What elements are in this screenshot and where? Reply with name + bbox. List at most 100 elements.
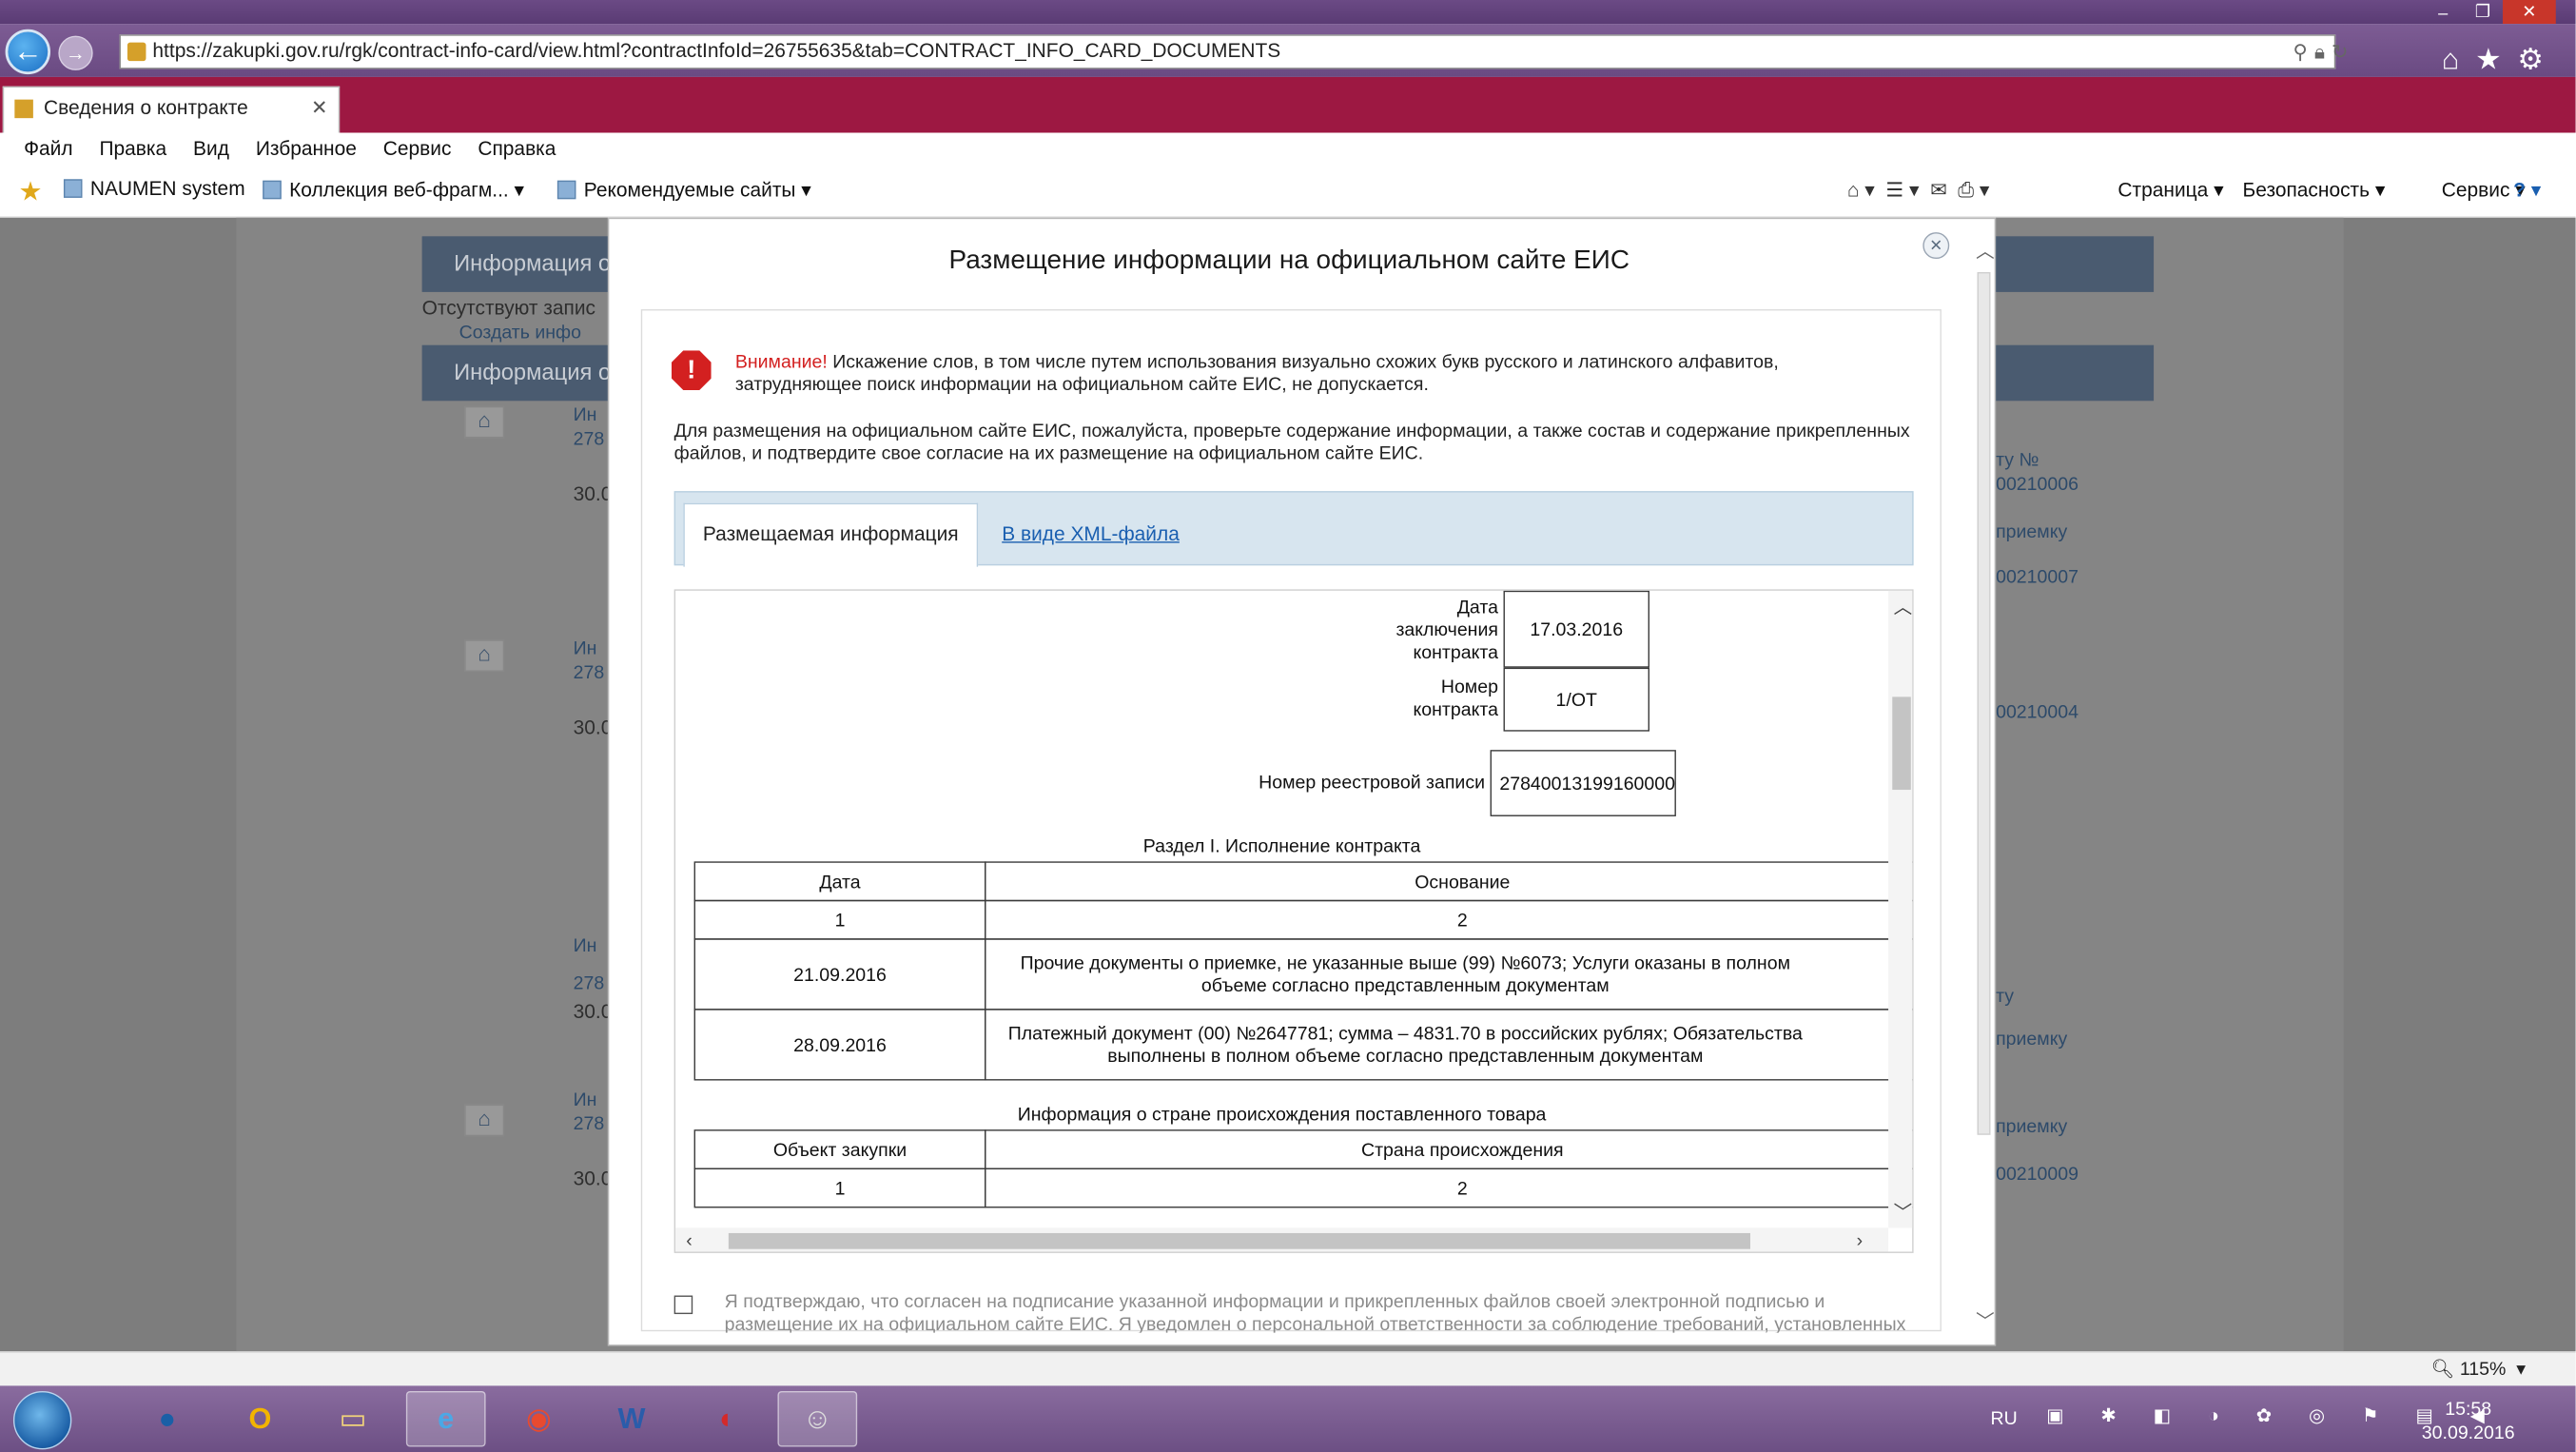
zoom-control[interactable]: 🔍︎ 115% ▾ <box>2431 1358 2526 1381</box>
scroll-up-icon[interactable]: ︿ <box>1976 238 1995 265</box>
page-icon <box>63 179 83 198</box>
fav-suggested-sites[interactable]: Рекомендуемые сайты ▾ <box>556 178 811 202</box>
tab-row: Сведения о контракте ✕ <box>0 76 2576 133</box>
document-hscroll-thumb[interactable] <box>728 1232 1751 1249</box>
fav-naumen[interactable]: NAUMEN system <box>63 178 245 201</box>
help-icon[interactable]: ? ▾ <box>2513 178 2541 202</box>
scroll-left-icon[interactable]: ‹ <box>686 1229 693 1250</box>
tab-label: Сведения о контракте <box>44 96 248 120</box>
chrome-icon[interactable]: ◉ <box>499 1391 579 1447</box>
table-cell-date: 21.09.2016 <box>693 938 986 1011</box>
status-bar: 🔍︎ 115% ▾ <box>0 1351 2576 1386</box>
lock-icon[interactable]: 🔒︎ <box>2314 41 2332 64</box>
favorites-bar: ★ NAUMEN system Коллекция веб-фрагм... ▾… <box>0 164 2576 218</box>
registry-number-label: Номер реестровой записи <box>1259 771 1486 793</box>
bg-right-item: 00210006 <box>1996 472 2078 494</box>
command-icons[interactable]: ⌂ ▾ ☰ ▾ ✉ ⎙ ▾ <box>1847 178 1990 202</box>
explorer-folder-icon[interactable]: ▭ <box>313 1391 393 1447</box>
document-scroll-thumb[interactable] <box>1892 697 1911 791</box>
menu-file[interactable]: Файл <box>24 137 72 160</box>
menu-bar: Файл Правка Вид Избранное Сервис Справка <box>0 132 2576 165</box>
menu-view[interactable]: Вид <box>193 137 229 160</box>
media-player-icon[interactable]: ● <box>127 1391 207 1447</box>
favorites-star-icon[interactable]: ★ <box>2475 43 2517 76</box>
bg-right-item: ту № <box>1996 448 2039 470</box>
app-red-icon[interactable]: ◖ <box>685 1391 765 1447</box>
warning-message: Внимание! Искажение слов, в том числе пу… <box>735 350 1903 395</box>
bg-row-icon <box>464 405 505 439</box>
contract-date-label: Дата заключения контракта <box>1395 596 1498 663</box>
scroll-up-icon[interactable]: ︿ <box>1894 594 1913 620</box>
bg-left-item: Ин <box>573 1088 597 1110</box>
tab-published-info[interactable]: Размещаемая информация <box>683 502 979 567</box>
table-cell-basis-text: Платежный документ (00) №2647781; сумма … <box>1007 1022 1803 1067</box>
page-icon <box>556 180 576 200</box>
close-tab-icon[interactable]: ✕ <box>311 88 328 130</box>
close-icon[interactable]: ✕ <box>1922 232 1950 260</box>
gear-icon[interactable]: ⚙ <box>2517 43 2559 76</box>
consent-text: Я подтверждаю, что согласен на подписани… <box>724 1289 1906 1333</box>
refresh-icon[interactable]: ↻ <box>2332 41 2355 64</box>
menu-edit[interactable]: Правка <box>99 137 166 160</box>
tab-contract-info[interactable]: Сведения о контракте ✕ <box>2 86 341 133</box>
favorites-star-icon[interactable]: ★ <box>19 175 43 208</box>
outlook-icon[interactable]: O <box>221 1391 301 1447</box>
fav-web-slices[interactable]: Коллекция веб-фрагм... ▾ <box>263 178 524 202</box>
restore-button[interactable]: ❐ <box>2463 0 2503 24</box>
menu-tools[interactable]: Сервис <box>383 137 452 160</box>
start-button[interactable] <box>12 1390 72 1450</box>
menu-favorites[interactable]: Избранное <box>256 137 357 160</box>
warning-icon: ! <box>671 350 712 391</box>
dialog-scroll-thumb[interactable] <box>1977 271 1991 1135</box>
table-header: Страна происхождения <box>985 1129 1913 1169</box>
table-cell-date: 28.09.2016 <box>693 1009 986 1081</box>
app-avatar-icon[interactable]: ☺ <box>777 1390 858 1447</box>
tab-xml-file[interactable]: В виде XML-файла <box>1002 503 1180 567</box>
contract-date-value: 17.03.2016 <box>1503 590 1649 668</box>
back-button[interactable]: ← <box>5 29 51 75</box>
bg-row-icon <box>464 1104 505 1137</box>
word-icon[interactable]: W <box>592 1391 672 1447</box>
language-indicator[interactable]: RU <box>1991 1407 2018 1428</box>
command-page[interactable]: Страница ▾ <box>2117 178 2223 202</box>
close-window-button[interactable]: ✕ <box>2502 0 2556 25</box>
bg-left-item: Ин <box>573 403 597 425</box>
menu-help[interactable]: Справка <box>478 137 556 160</box>
table-index-cell: 2 <box>985 1167 1913 1208</box>
contract-number-label: Номер контракта <box>1413 676 1498 720</box>
consent-checkbox[interactable] <box>673 1295 693 1315</box>
url-input[interactable]: https://zakupki.gov.ru/rgk/contract-info… <box>119 34 2336 69</box>
scroll-down-icon[interactable]: ﹀ <box>1976 1307 1995 1334</box>
dialog-content: ! Внимание! Искажение слов, в том числе … <box>640 309 1942 1333</box>
publish-dialog: Размещение информации на официальном сай… <box>607 217 1997 1346</box>
page-icon <box>263 180 282 200</box>
document-horizontal-scrollbar[interactable]: ‹ › <box>675 1227 1889 1252</box>
warning-label: Внимание! <box>734 350 828 372</box>
bg-right-item: 00210009 <box>1996 1163 2078 1185</box>
forward-button[interactable]: → <box>58 35 93 70</box>
bg-left-item: 278 <box>573 427 605 449</box>
bg-right-item: приемку <box>1996 1027 2068 1050</box>
minimize-button[interactable]: – <box>2423 0 2463 24</box>
clock[interactable]: 15:58 30.09.2016 <box>2415 1397 2522 1444</box>
search-icon[interactable]: ⚲ <box>2293 41 2314 64</box>
scroll-down-icon[interactable]: ﹀ <box>1894 1199 1913 1226</box>
window-titlebar: – ❐ ✕ <box>0 0 2576 25</box>
bg-left-item: 30.0 <box>573 716 613 740</box>
home-icon[interactable]: ⌂ <box>2442 43 2475 76</box>
internet-explorer-icon[interactable]: e <box>405 1390 486 1447</box>
bg-right-item: 00210007 <box>1996 565 2078 587</box>
dialog-scrollbar[interactable]: ︿ ﹀ <box>1973 232 1997 1337</box>
table-header: Дата <box>693 861 986 902</box>
bg-right-item: ту <box>1996 985 2015 1007</box>
document-vertical-scrollbar[interactable]: ︿ ﹀ <box>1888 590 1913 1228</box>
bg-left-item: 30.0 <box>573 482 613 506</box>
command-security[interactable]: Безопасность ▾ <box>2243 178 2386 202</box>
site-favicon-icon <box>127 42 146 62</box>
registry-number-value: 2784001319916000021 <box>1490 750 1676 816</box>
bg-right-item: приемку <box>1996 520 2068 542</box>
address-tools: ⚲🔒︎↻ <box>2293 40 2355 64</box>
view-tabs: Размещаемая информация В виде XML-файла <box>673 491 1914 567</box>
scroll-right-icon[interactable]: › <box>1857 1229 1864 1250</box>
clock-time: 15:58 <box>2445 1397 2492 1420</box>
